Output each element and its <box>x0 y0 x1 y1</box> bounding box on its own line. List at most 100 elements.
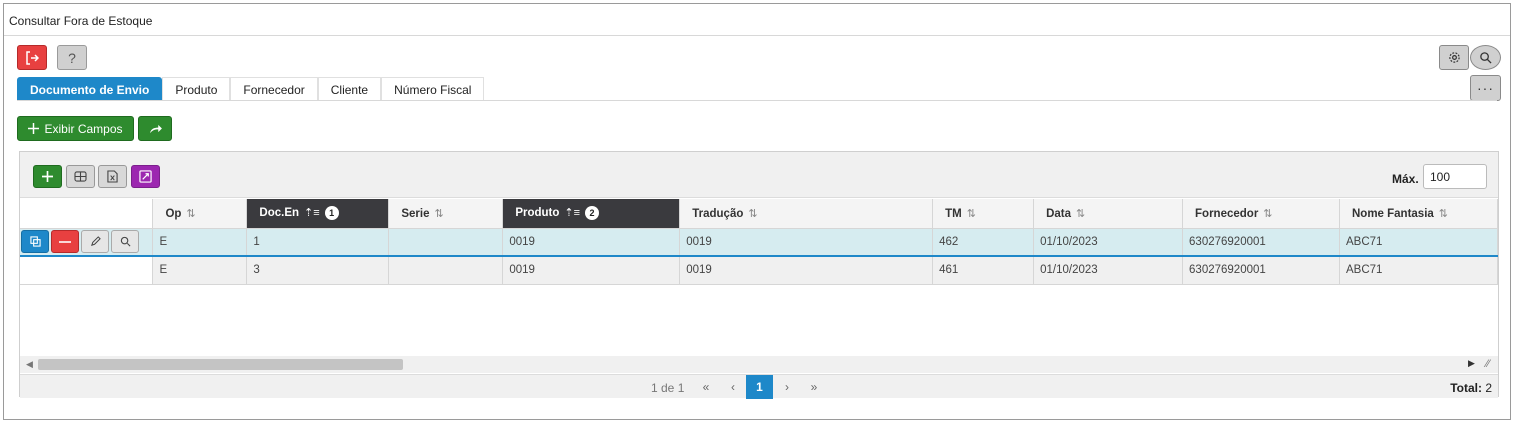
expand-button[interactable] <box>131 165 160 188</box>
column-header-traducao[interactable]: Tradução ⇅ <box>679 199 934 229</box>
pencil-icon <box>90 236 101 247</box>
tab-bar: Documento de Envio Produto Fornecedor Cl… <box>17 77 485 101</box>
export-excel-button[interactable] <box>98 165 127 188</box>
cell-tm: 462 <box>932 228 1035 257</box>
exibir-campos-label: Exibir Campos <box>44 121 123 136</box>
header-label: Nome Fantasia <box>1351 207 1434 220</box>
help-button[interactable]: ? <box>57 45 87 70</box>
scroll-left-icon[interactable]: ◀ <box>26 359 33 370</box>
scrollbar-thumb[interactable] <box>38 359 403 370</box>
magnifier-icon <box>120 237 130 247</box>
cell-doc-en: 1 <box>246 228 390 257</box>
column-header-tm[interactable]: TM ⇅ <box>932 199 1035 229</box>
horizontal-scrollbar[interactable]: ◀ ▶ <box>20 356 1498 373</box>
sort-ascending-icon: ⇡≡ <box>304 207 320 220</box>
first-page-button[interactable]: « <box>693 375 719 399</box>
sort-icon: ⇅ <box>1076 207 1086 220</box>
sort-icon: ⇅ <box>186 207 196 220</box>
sort-icon: ⇅ <box>434 207 444 220</box>
cell-produto: 0019 <box>502 256 681 285</box>
column-header-serie[interactable]: Serie ⇅ <box>388 199 504 229</box>
tab-documento-de-envio[interactable]: Documento de Envio <box>17 77 163 101</box>
column-header-doc-en[interactable]: Doc.En ⇡≡ 1 <box>246 199 390 229</box>
next-page-button[interactable]: › <box>774 375 800 399</box>
cell-data: 01/10/2023 <box>1033 256 1184 285</box>
sort-icon: ⇅ <box>966 207 976 220</box>
excel-icon <box>107 170 118 183</box>
header-label: Serie <box>401 207 430 220</box>
column-header-produto[interactable]: Produto ⇡≡ 2 <box>502 199 681 229</box>
header-label: Fornecedor <box>1195 207 1259 220</box>
delete-row-button[interactable] <box>51 230 79 254</box>
header-label: Doc.En <box>259 207 300 220</box>
add-record-button[interactable] <box>33 165 62 188</box>
sort-icon: ⇅ <box>1438 207 1449 220</box>
table-header-row: Op ⇅ Doc.En ⇡≡ 1 Serie ⇅ Produto ⇡≡ 2 Tradução… <box>20 199 1499 229</box>
tab-produto[interactable]: Produto <box>162 77 231 101</box>
data-table: Op ⇅ Doc.En ⇡≡ 1 Serie ⇅ Produto ⇡≡ 2 Tradução… <box>20 199 1499 285</box>
tab-numero-fiscal[interactable]: Número Fiscal <box>381 77 485 101</box>
table-row[interactable]: E 3 0019 0019 461 01/10/2023 63027692000… <box>20 256 1499 285</box>
cell-nome-fantasia: ABC71 <box>1339 256 1499 285</box>
column-header-nome-fantasia[interactable]: Nome Fantasia ⇅ <box>1339 199 1499 229</box>
column-header-fornecedor[interactable]: Fornecedor ⇅ <box>1182 199 1340 229</box>
tab-cliente[interactable]: Cliente <box>317 77 382 101</box>
exit-button[interactable] <box>17 45 47 70</box>
title-divider <box>4 35 1510 36</box>
cell-traducao: 0019 <box>679 256 934 285</box>
more-options-button[interactable]: ··· <box>1470 75 1501 101</box>
window: Consultar Fora de Estoque ? ··· Document… <box>3 3 1511 420</box>
page-1-button[interactable]: 1 <box>746 375 773 399</box>
cell-serie <box>388 256 504 285</box>
total-count: Total: 2 <box>1450 381 1492 395</box>
table-row[interactable]: E 1 0019 0019 462 01/10/2023 63027692000… <box>20 228 1499 257</box>
cell-traducao: 0019 <box>679 228 934 257</box>
column-header-data[interactable]: Data ⇅ <box>1033 199 1184 229</box>
copy-row-button[interactable] <box>21 230 49 254</box>
sort-icon: ⇅ <box>1263 207 1273 220</box>
tab-fornecedor[interactable]: Fornecedor <box>230 77 318 101</box>
plus-icon <box>28 123 40 134</box>
header-label: Produto <box>515 207 560 220</box>
pagination-bar: 1 de 1 « ‹ 1 › » Total: 2 <box>20 374 1498 399</box>
total-label: Total: <box>1450 381 1482 395</box>
prev-page-button[interactable]: ‹ <box>720 375 746 399</box>
ellipsis-icon: ··· <box>1477 80 1494 96</box>
last-page-button[interactable]: » <box>801 375 827 399</box>
resize-grip-icon[interactable]: ⁄⁄ <box>1486 358 1490 370</box>
cell-data: 01/10/2023 <box>1033 228 1184 257</box>
settings-button[interactable] <box>1439 45 1469 70</box>
exibir-campos-button[interactable]: Exibir Campos <box>17 116 134 141</box>
max-records-input[interactable] <box>1423 164 1487 189</box>
header-label: Data <box>1046 207 1072 220</box>
sort-icon: ⇅ <box>748 207 758 220</box>
cell-fornecedor: 630276920001 <box>1182 228 1340 257</box>
header-label: Tradução <box>692 207 744 220</box>
cell-serie <box>388 228 504 257</box>
edit-row-button[interactable] <box>81 230 109 254</box>
row-actions <box>20 228 154 257</box>
row-actions <box>20 256 154 285</box>
cell-op: E <box>152 228 248 257</box>
expand-icon <box>139 170 152 183</box>
search-button[interactable] <box>1470 45 1501 70</box>
sort-order-badge: 2 <box>585 206 600 221</box>
window-title: Consultar Fora de Estoque <box>9 14 153 28</box>
sort-ascending-icon: ⇡≡ <box>564 207 581 220</box>
cell-tm: 461 <box>932 256 1035 285</box>
view-row-button[interactable] <box>111 230 139 254</box>
column-header-op[interactable]: Op ⇅ <box>152 199 248 229</box>
search-icon <box>1480 52 1492 64</box>
cell-nome-fantasia: ABC71 <box>1339 228 1499 257</box>
share-button[interactable] <box>138 116 172 141</box>
scroll-right-icon[interactable]: ▶ <box>1468 358 1475 369</box>
gear-icon <box>1448 52 1460 63</box>
minus-icon <box>59 240 71 243</box>
copy-icon <box>29 236 41 247</box>
header-label: TM <box>945 207 962 220</box>
total-value: 2 <box>1485 381 1492 395</box>
sort-order-badge: 1 <box>324 206 339 221</box>
max-label: Máx. <box>1392 172 1419 186</box>
cell-doc-en: 3 <box>246 256 390 285</box>
grid-layout-button[interactable] <box>66 165 95 188</box>
